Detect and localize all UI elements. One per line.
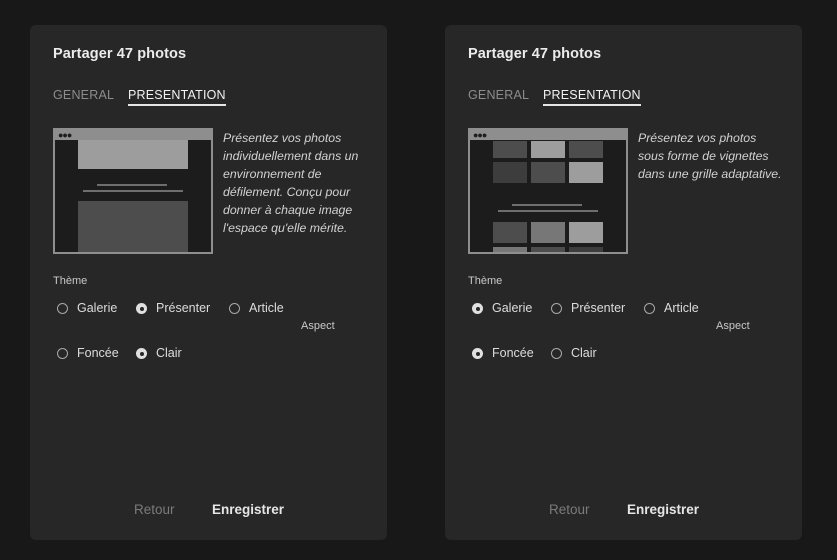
radio-circle-checked-icon [136,347,147,359]
preview-title-line [97,184,167,186]
preview-thumbnail [493,162,527,183]
layout-description: Présentez vos photos individuellement da… [223,131,359,235]
preview-photo-block [78,201,188,252]
radio-circle-icon [644,302,655,314]
window-dots-icon: ●●● [58,130,72,140]
preview-thumbnail [531,141,565,158]
theme-label: Thème [468,275,503,287]
preview-thumbnail [569,222,603,243]
gallery-grid-preview-icon: ●●● [468,128,628,254]
tab-presentation[interactable]: PRESENTATION [128,88,226,106]
radio-circle-icon [551,347,562,359]
share-panel-present: Partager 47 photos GENERAL PRESENTATION … [30,25,387,540]
radio-label: Présenter [156,301,211,315]
preview-subtitle-line [498,210,598,212]
radio-circle-icon [57,302,68,314]
preview-window-titlebar: ●●● [470,130,626,140]
radio-circle-checked-icon [472,347,483,359]
preview-thumbnail [569,141,603,158]
back-button[interactable]: Retour [134,502,175,517]
save-button[interactable]: Enregistrer [212,502,284,517]
radio-label: Clair [571,346,597,360]
share-panel-gallery: Partager 47 photos GENERAL PRESENTATION … [445,25,802,540]
preview-thumbnail [493,247,527,252]
radio-label: Foncée [492,346,534,360]
radio-label: Foncée [77,346,119,360]
radio-label: Clair [156,346,182,360]
preview-subtitle-line [83,190,183,192]
preview-thumbnail [569,162,603,183]
panel-title: Partager 47 photos [53,46,187,62]
radio-foncee[interactable]: Foncée [57,346,119,360]
back-button[interactable]: Retour [549,502,590,517]
radio-label: Présenter [571,301,626,315]
layout-description: Présentez vos photos sous forme de vigne… [638,131,782,181]
radio-galerie[interactable]: Galerie [472,301,532,315]
radio-label: Galerie [77,301,118,315]
aspect-label: Aspect [301,320,335,332]
preview-thumbnail [569,247,603,252]
radio-circle-icon [57,347,68,359]
present-layout-preview-icon: ●●● [53,128,213,254]
radio-label: Article [664,301,699,315]
radio-clair[interactable]: Clair [136,346,182,360]
radio-presenter[interactable]: Présenter [551,301,625,315]
window-dots-icon: ●●● [473,130,487,140]
radio-article[interactable]: Article [229,301,284,315]
radio-circle-icon [551,302,562,314]
radio-presenter[interactable]: Présenter [136,301,210,315]
radio-circle-icon [229,302,240,314]
preview-thumbnail [531,162,565,183]
theme-label: Thème [53,275,88,287]
panel-title: Partager 47 photos [468,46,602,62]
preview-thumbnail [493,222,527,243]
preview-thumbnail [493,141,527,158]
preview-thumbnail [531,222,565,243]
radio-label: Galerie [492,301,533,315]
preview-hero-image [78,140,188,169]
tab-presentation[interactable]: PRESENTATION [543,88,641,106]
preview-title-line [512,204,582,206]
radio-circle-checked-icon [472,302,483,314]
radio-foncee[interactable]: Foncée [472,346,534,360]
aspect-label: Aspect [716,320,750,332]
preview-window-titlebar: ●●● [55,130,211,140]
radio-label: Article [249,301,284,315]
tab-general[interactable]: GENERAL [53,88,114,102]
radio-circle-checked-icon [136,302,147,314]
save-button[interactable]: Enregistrer [627,502,699,517]
preview-thumbnail [531,247,565,252]
tab-general[interactable]: GENERAL [468,88,529,102]
radio-galerie[interactable]: Galerie [57,301,117,315]
radio-article[interactable]: Article [644,301,699,315]
radio-clair[interactable]: Clair [551,346,597,360]
